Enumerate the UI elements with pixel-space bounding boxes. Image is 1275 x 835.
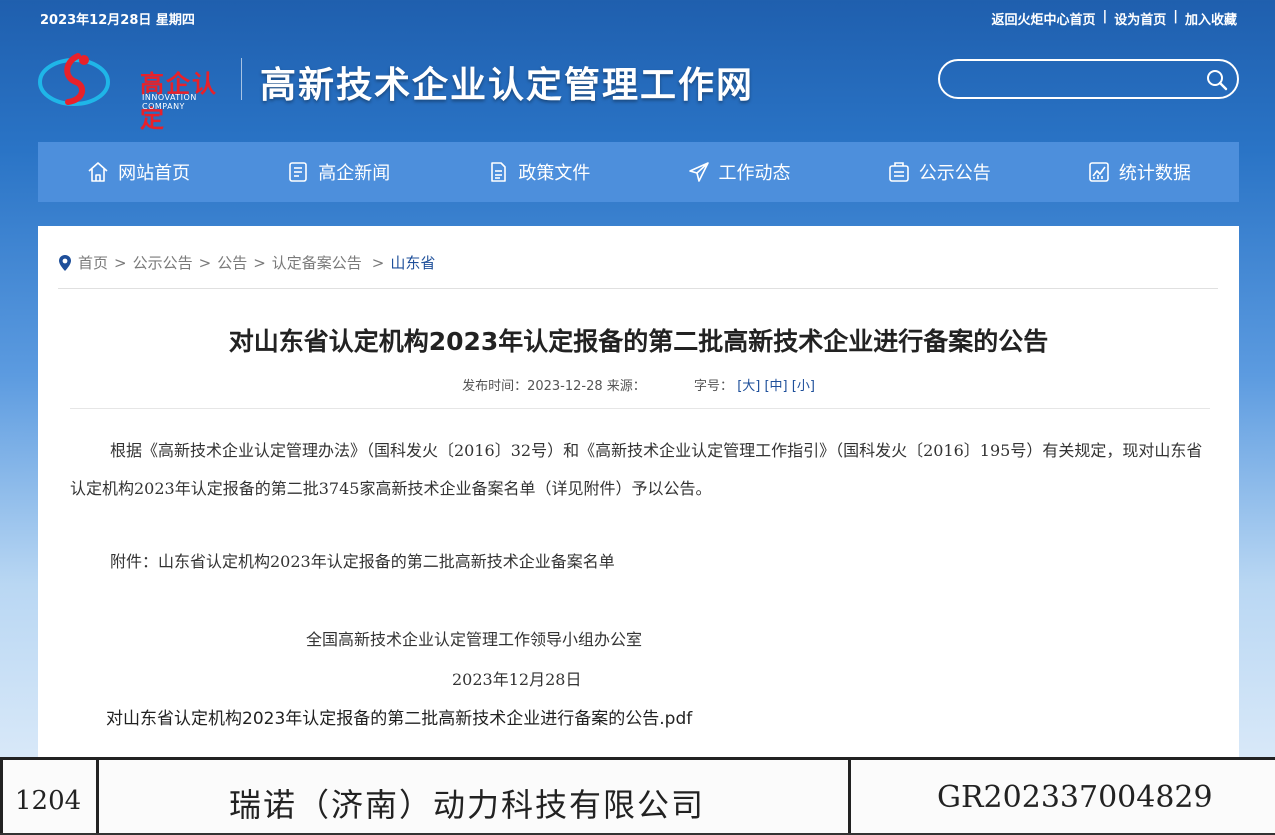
separator: | bbox=[1173, 9, 1178, 24]
pdf-attachment-link[interactable]: 对山东省认定机构2023年认定报备的第二批高新技术企业进行备案的公告.pdf bbox=[106, 704, 692, 729]
signature-date: 2023年12月28日 bbox=[452, 670, 582, 689]
site-title: 高新技术企业认定管理工作网 bbox=[260, 64, 755, 106]
news-icon bbox=[289, 162, 308, 182]
article-body: 根据《高新技术企业认定管理办法》（国科发火〔2016〕32号）和《高新技术企业认… bbox=[70, 441, 1203, 498]
breadcrumb-current[interactable]: 山东省 bbox=[390, 252, 435, 273]
certificate-code: GR202337004829 bbox=[937, 780, 1213, 815]
nav-item-label: 网站首页 bbox=[118, 163, 191, 184]
nav-item-label: 高企新闻 bbox=[318, 163, 391, 184]
separator: | bbox=[1102, 9, 1108, 24]
company-name-cell: 瑞诺（济南）动力科技有限公司 bbox=[96, 760, 848, 835]
font-size-label: 字号： bbox=[694, 379, 734, 394]
font-size-medium[interactable]: [中] bbox=[764, 379, 787, 394]
search-input[interactable] bbox=[954, 67, 1204, 91]
location-pin-icon bbox=[59, 254, 71, 271]
nav-item-work-updates[interactable]: 工作动态 bbox=[669, 159, 809, 185]
home-icon bbox=[88, 162, 108, 182]
breadcrumb-filing-notices[interactable]: 认定备案公告 bbox=[272, 252, 362, 273]
document-icon bbox=[491, 162, 507, 182]
breadcrumb-separator: > bbox=[198, 253, 212, 272]
article-meta: 发布时间：2023-12-28 来源： 字号： [大] [中] [小] bbox=[38, 375, 1239, 394]
row-number: 1204 bbox=[15, 786, 82, 816]
signature-organization: 全国高新技术企业认定管理工作领导小组办公室 bbox=[306, 630, 643, 649]
publish-info: 发布时间：2023-12-28 来源： bbox=[462, 379, 646, 394]
row-number-cell: 1204 bbox=[0, 760, 96, 835]
nav-item-label: 公示公告 bbox=[918, 163, 991, 184]
add-favorite-link[interactable]: 加入收藏 bbox=[1185, 9, 1237, 28]
font-size-small[interactable]: [小] bbox=[792, 379, 815, 394]
nav-item-announcements[interactable]: 公示公告 bbox=[869, 159, 1009, 185]
search-icon[interactable] bbox=[1206, 69, 1228, 91]
breadcrumb-notices[interactable]: 公告 bbox=[217, 252, 247, 273]
breadcrumb-home[interactable]: 首页 bbox=[78, 252, 108, 273]
nav-item-news[interactable]: 高企新闻 bbox=[268, 159, 408, 185]
breadcrumb-separator: > bbox=[253, 253, 266, 272]
article-title: 对山东省认定机构2023年认定报备的第二批高新技术企业进行备案的公告 bbox=[228, 327, 1049, 356]
back-to-torch-home-link[interactable]: 返回火炬中心首页 bbox=[991, 9, 1095, 28]
top-bar: 2023年12月28日 星期四 返回火炬中心首页 | 设为首页 | 加入收藏 bbox=[0, 0, 1275, 34]
breadcrumb-separator: > bbox=[114, 253, 127, 272]
search-box bbox=[938, 59, 1239, 99]
breadcrumb-separator: > bbox=[371, 253, 385, 272]
current-date: 2023年12月28日 星期四 bbox=[40, 13, 195, 28]
scanned-table-row: 1204 瑞诺（济南）动力科技有限公司 GR202337004829 bbox=[0, 757, 1275, 835]
certificate-code-cell: GR202337004829 bbox=[848, 760, 1275, 835]
nav-item-statistics[interactable]: 统计数据 bbox=[1069, 159, 1209, 185]
breadcrumb-divider bbox=[58, 288, 1218, 289]
company-name: 瑞诺（济南）动力科技有限公司 bbox=[229, 786, 706, 824]
nav-item-home[interactable]: 网站首页 bbox=[68, 159, 208, 185]
main-nav: 网站首页 高企新闻 政策文件 工作动态 公示公告 统计数据 bbox=[38, 142, 1239, 202]
chart-icon bbox=[1089, 162, 1109, 182]
breadcrumb-announcements[interactable]: 公示公告 bbox=[133, 252, 193, 273]
font-size-large[interactable]: [大] bbox=[737, 379, 760, 394]
notice-icon bbox=[888, 162, 909, 182]
site-logo[interactable]: 高企认定 INNOVATION COMPANY bbox=[38, 48, 228, 133]
nav-item-label: 工作动态 bbox=[718, 163, 791, 184]
content-panel: 首页 > 公示公告 > 公告 > 认定备案公告 > 山东省 对山东省认定机构20… bbox=[38, 226, 1239, 766]
nav-item-label: 统计数据 bbox=[1118, 163, 1191, 184]
site-header: 高企认定 INNOVATION COMPANY 高新技术企业认定管理工作网 bbox=[0, 44, 1275, 133]
attachment-note: 附件：山东省认定机构2023年认定报备的第二批高新技术企业备案名单 bbox=[110, 552, 615, 571]
logo-divider bbox=[241, 58, 242, 100]
top-links: 返回火炬中心首页 | 设为首页 | 加入收藏 bbox=[991, 9, 1237, 28]
set-homepage-link[interactable]: 设为首页 bbox=[1114, 9, 1166, 28]
breadcrumb: 首页 > 公示公告 > 公告 > 认定备案公告 > 山东省 bbox=[58, 252, 435, 273]
meta-divider bbox=[70, 408, 1210, 409]
nav-item-policy[interactable]: 政策文件 bbox=[468, 159, 608, 185]
nav-item-label: 政策文件 bbox=[518, 163, 591, 184]
logo-emblem-icon bbox=[38, 53, 110, 106]
logo-subtext: INNOVATION COMPANY bbox=[142, 93, 197, 111]
send-icon bbox=[688, 162, 709, 182]
